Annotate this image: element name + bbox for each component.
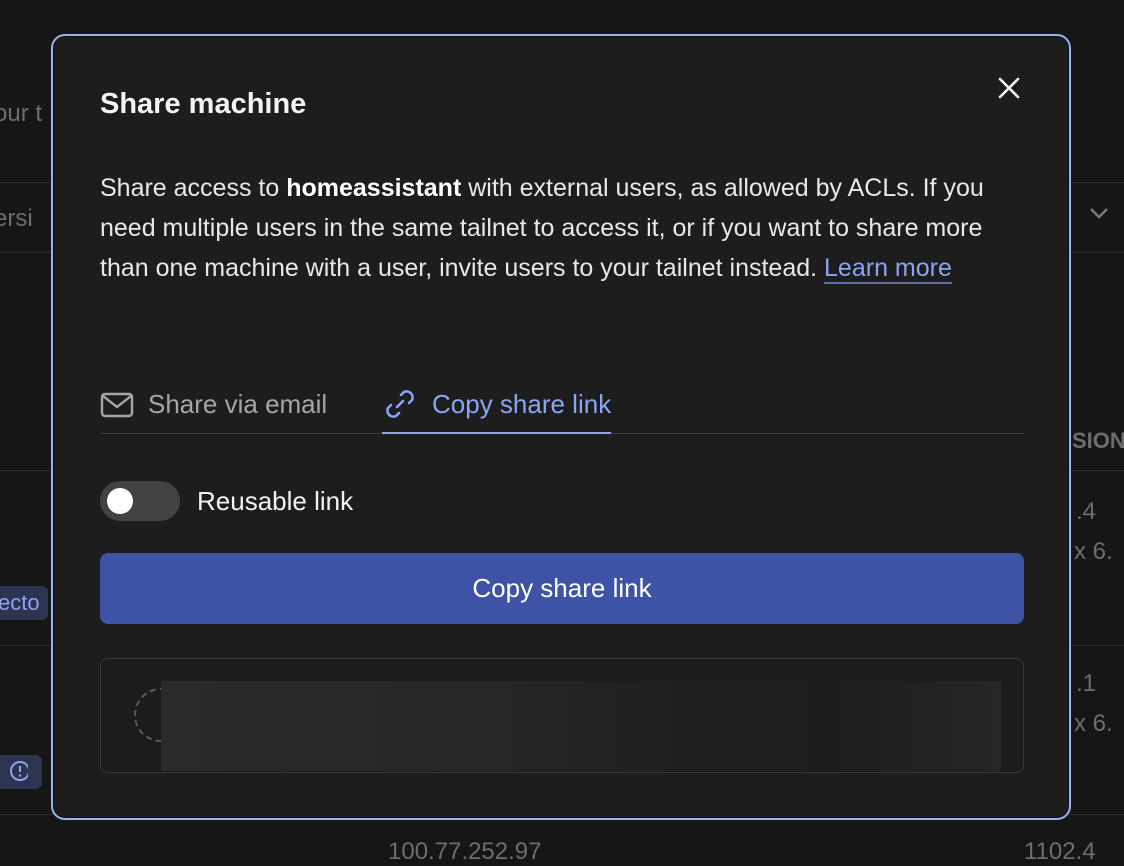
bg-text: our t [0,100,43,127]
toggle-knob [107,488,133,514]
machine-name: homeassistant [286,174,462,202]
link-icon [386,390,414,418]
share-tabs: Share via email Copy share link [100,376,1024,434]
bg-text: .4 [1076,498,1097,525]
dialog-description: Share access to homeassistant with exter… [100,168,1000,288]
tab-share-via-email[interactable]: Share via email [100,376,327,433]
learn-more-link[interactable]: Learn more [824,254,952,284]
bg-ip-address: 100.77.252.97 [388,838,542,865]
share-link-field[interactable] [100,658,1024,773]
tab-copy-share-link[interactable]: Copy share link [382,376,612,434]
bg-text: .1 [1076,670,1097,697]
mail-icon [100,392,134,417]
bg-text: x 6. [1074,710,1113,737]
bg-text: ersi [0,205,33,232]
dialog-title: Share machine [100,88,307,120]
close-button[interactable] [991,70,1027,106]
tab-label: Share via email [148,389,328,419]
bg-text: x 6. [1074,538,1113,565]
chevron-down-icon [1088,202,1110,230]
reusable-link-row: Reusable link [100,481,353,521]
reusable-link-label: Reusable link [197,485,354,516]
share-machine-dialog: Share machine Share access to homeassist… [51,34,1071,820]
bg-badge: ecto [0,586,48,620]
bg-alert-badge [0,755,42,789]
bg-column-header: SION [1072,428,1124,453]
bg-text: 1102.4 [1024,838,1096,865]
reusable-link-toggle[interactable] [100,481,180,521]
tab-label: Copy share link [432,388,612,419]
share-link-placeholder [161,681,1001,771]
copy-share-link-button[interactable]: Copy share link [100,553,1024,624]
description-text: Share access to [100,174,287,202]
close-icon [998,77,1020,99]
exclamation-circle-icon [10,761,30,781]
